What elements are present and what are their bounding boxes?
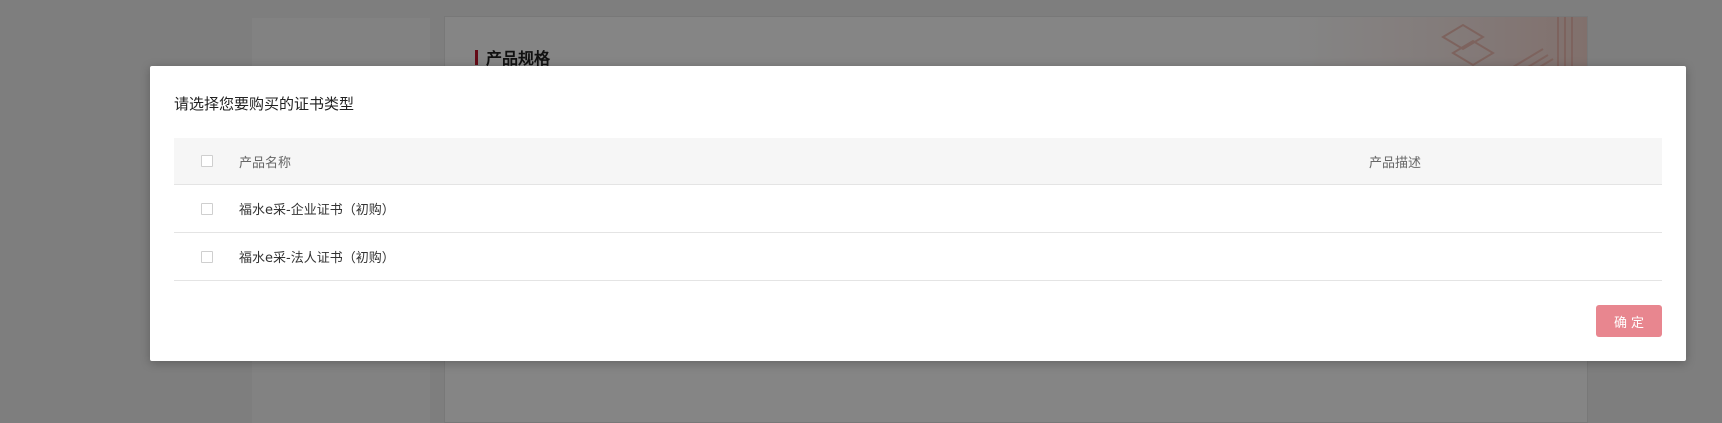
row-checkbox[interactable]: [200, 202, 213, 215]
product-name: 福水e采-企业证书（初购）: [239, 203, 395, 218]
column-header-description: 产品描述: [1369, 155, 1422, 171]
row-check-cell: [174, 250, 239, 263]
row-checkbox[interactable]: [200, 250, 213, 263]
row-check-cell: [174, 202, 239, 215]
select-all-checkbox[interactable]: [200, 155, 213, 167]
certificate-type-dialog: 请选择您要购买的证书类型 产品名称 产品描述 福水e采-企业证书（初购） 福水e…: [150, 66, 1686, 361]
product-table: 产品名称 产品描述 福水e采-企业证书（初购） 福水e采-法人证书（初购）: [174, 138, 1662, 281]
product-name: 福水e采-法人证书（初购）: [239, 251, 395, 266]
table-row[interactable]: 福水e采-企业证书（初购）: [174, 185, 1662, 233]
dialog-title: 请选择您要购买的证书类型: [174, 95, 355, 113]
column-header-name: 产品名称: [239, 155, 292, 171]
confirm-button[interactable]: 确定: [1596, 305, 1662, 337]
select-all-cell: [174, 155, 239, 167]
table-row[interactable]: 福水e采-法人证书（初购）: [174, 233, 1662, 281]
table-header: 产品名称 产品描述: [174, 138, 1662, 185]
